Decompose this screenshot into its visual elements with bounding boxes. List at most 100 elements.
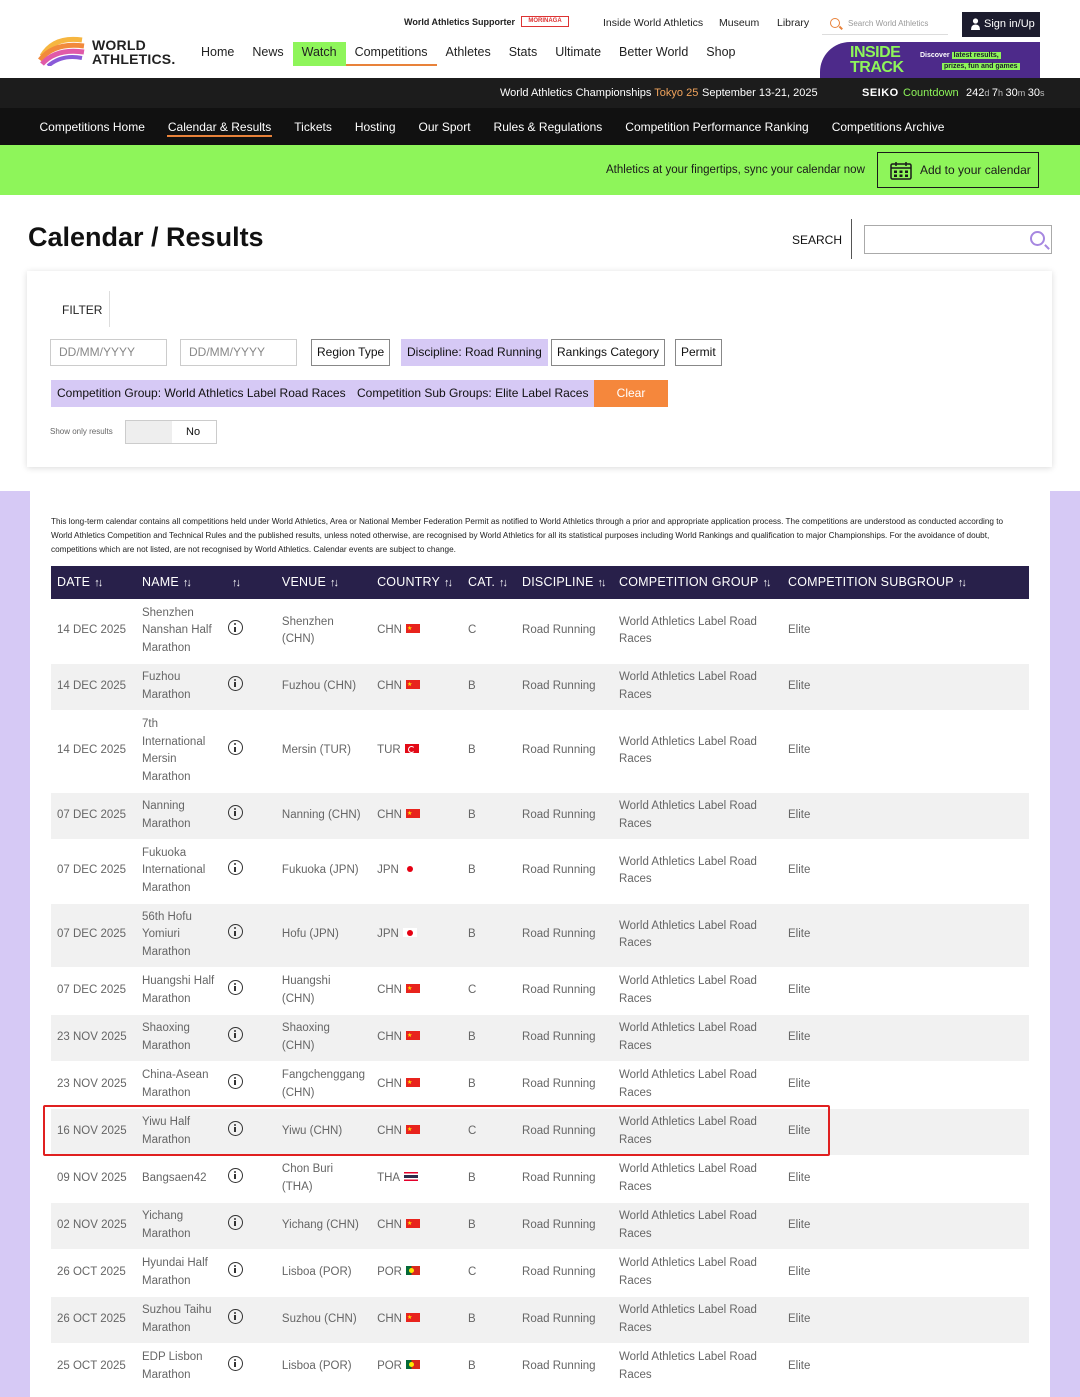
cell-name[interactable]: Suzhou Taihu Marathon <box>135 1296 222 1343</box>
cell-info[interactable] <box>221 792 276 839</box>
cell-info[interactable] <box>221 903 276 967</box>
info-icon[interactable] <box>227 804 243 820</box>
nav-stats[interactable]: Stats <box>500 42 547 66</box>
discipline-filter[interactable]: Discipline: Road Running <box>401 339 548 366</box>
nav-watch[interactable]: Watch <box>292 42 346 66</box>
cell-info[interactable] <box>222 967 276 1014</box>
table-row[interactable]: 07 DEC 2025 Nanning Marathon Nanning (CHN)… <box>51 792 1029 839</box>
info-icon[interactable] <box>227 740 243 756</box>
nav-shop[interactable]: Shop <box>697 42 744 66</box>
cell-info[interactable] <box>221 1296 276 1343</box>
cell-info[interactable] <box>222 1061 276 1108</box>
subnav-our-sport[interactable]: Our Sport <box>407 108 482 145</box>
subnav-calendar-results[interactable]: Calendar & Results <box>156 108 282 145</box>
competition-group-filter[interactable]: Competition Group: World Athletics Label… <box>51 380 352 407</box>
competition-subgroup-filter[interactable]: Competition Sub Groups: Elite Label Race… <box>351 380 595 407</box>
cell-name[interactable]: 56th Hofu Yomiuri Marathon <box>135 903 222 967</box>
table-row[interactable]: 02 NOV 2025 Yichang Marathon Yichang (CHN)… <box>51 1202 1029 1249</box>
nav-home[interactable]: Home <box>192 42 243 66</box>
subnav-tickets[interactable]: Tickets <box>283 108 344 145</box>
cell-info[interactable] <box>221 1108 276 1155</box>
cell-name[interactable]: Shenzhen Nanshan Half Marathon <box>136 599 222 663</box>
table-row[interactable]: 14 DEC 2025 Fuzhou Marathon Fuzhou (CHN) CH… <box>51 663 1029 710</box>
table-row[interactable]: 25 OCT 2025 EDP Lisbon Marathon Lisboa (PO… <box>51 1343 1029 1390</box>
subnav-rules[interactable]: Rules & Regulations <box>482 108 614 145</box>
table-row[interactable]: 07 DEC 2025 Huangshi Half Marathon Huangsh… <box>51 967 1029 1014</box>
permit-filter[interactable]: Permit <box>675 339 722 366</box>
nav-ultimate[interactable]: Ultimate <box>546 42 610 66</box>
table-row[interactable]: 16 NOV 2025 Yiwu Half Marathon Yiwu (CHN) C… <box>51 1108 1029 1155</box>
info-icon[interactable] <box>227 924 243 940</box>
countdown-event[interactable]: World Athletics Championships Tokyo 25 <box>500 87 698 99</box>
cell-info[interactable] <box>222 1249 276 1296</box>
info-icon[interactable] <box>227 860 243 876</box>
info-icon[interactable] <box>227 1214 243 1230</box>
info-icon[interactable] <box>227 1356 243 1371</box>
inside-track-banner[interactable]: INSIDE TRACK Discover latest results, pr… <box>820 42 1040 78</box>
col-competition-subgroup[interactable]: COMPETITION SUBGROUP ↑↓ <box>782 566 1029 599</box>
cell-name[interactable]: Fuzhou Marathon <box>135 663 222 710</box>
cell-name[interactable]: Bangsaen42 <box>136 1155 222 1202</box>
info-icon[interactable] <box>227 620 243 636</box>
col-venue[interactable]: VENUE ↑↓ <box>275 566 372 599</box>
cell-info[interactable] <box>222 839 276 903</box>
table-row[interactable]: 26 OCT 2025 Hyundai Half Marathon Lisboa (… <box>51 1249 1029 1296</box>
table-row[interactable]: 23 NOV 2025 China-Asean Marathon Fangcheng… <box>51 1061 1029 1108</box>
util-link-museum[interactable]: Museum <box>719 17 759 29</box>
nav-competitions[interactable]: Competitions <box>345 42 437 66</box>
cell-name[interactable]: Yiwu Half Marathon <box>135 1108 222 1155</box>
table-row[interactable]: 23 NOV 2025 Shaoxing Marathon Shaoxing (CH… <box>51 1014 1029 1061</box>
info-icon[interactable] <box>227 1120 243 1136</box>
rankings-category-filter[interactable]: Rankings Category <box>551 339 666 366</box>
info-icon[interactable] <box>227 1308 243 1324</box>
info-icon[interactable] <box>227 1026 243 1042</box>
subnav-hosting[interactable]: Hosting <box>343 108 407 145</box>
table-row[interactable]: 09 NOV 2025 Bangsaen42 Chon Buri (THA) THA B… <box>51 1155 1029 1202</box>
info-icon[interactable] <box>227 979 243 995</box>
cell-name[interactable]: Nanning Marathon <box>135 792 222 839</box>
nav-news[interactable]: News <box>243 42 292 66</box>
col-name[interactable]: NAME ↑↓ <box>135 566 222 599</box>
sign-in-button[interactable]: Sign in/Up <box>962 12 1040 37</box>
cell-name[interactable]: Shaoxing Marathon <box>135 1014 222 1061</box>
col-discipline[interactable]: DISCIPLINE ↑↓ <box>516 566 614 599</box>
table-row[interactable]: 14 DEC 2025 7th International Mersin Mara… <box>51 710 1029 792</box>
cell-info[interactable] <box>221 1014 276 1061</box>
table-row[interactable]: 26 OCT 2025 Suzhou Taihu Marathon Suzhou (… <box>51 1296 1029 1343</box>
subnav-competitions-home[interactable]: Competitions Home <box>28 108 156 145</box>
table-row[interactable]: 07 DEC 2025 56th Hofu Yomiuri Marathon Hof… <box>51 903 1029 967</box>
info-icon[interactable] <box>227 1261 243 1277</box>
cell-name[interactable]: China-Asean Marathon <box>136 1061 222 1108</box>
cell-name[interactable]: Fukuoka International Marathon <box>136 839 222 903</box>
util-link-library[interactable]: Library <box>777 17 809 29</box>
cell-info[interactable] <box>221 663 276 710</box>
col-date[interactable]: DATE ↑↓ <box>51 566 136 599</box>
cell-name[interactable]: EDP Lisbon Marathon <box>136 1343 222 1390</box>
col-country[interactable]: COUNTRY ↑↓ <box>371 566 463 599</box>
site-search-input[interactable]: Search World Athletics <box>822 13 948 35</box>
subnav-performance-ranking[interactable]: Competition Performance Ranking <box>614 108 820 145</box>
table-row[interactable]: 07 DEC 2025 Fukuoka International Maratho… <box>51 839 1029 903</box>
region-type-filter[interactable]: Region Type <box>311 339 391 366</box>
info-icon[interactable] <box>227 1167 243 1183</box>
util-link-inside[interactable]: Inside World Athletics <box>603 17 703 29</box>
cell-info[interactable] <box>222 599 276 663</box>
col-category[interactable]: CAT. ↑↓ <box>462 566 517 599</box>
morinaga-logo[interactable]: MORINAGA <box>521 16 569 27</box>
cell-info[interactable] <box>222 1155 276 1202</box>
world-athletics-logo[interactable]: WORLD ATHLETICS. <box>38 34 178 70</box>
table-row[interactable]: 14 DEC 2025 Shenzhen Nanshan Half Maratho… <box>51 599 1029 663</box>
add-to-calendar-button[interactable]: Add to your calendar <box>877 152 1039 188</box>
cell-info[interactable] <box>221 1202 276 1249</box>
cell-name[interactable]: Yichang Marathon <box>135 1202 222 1249</box>
cell-info[interactable] <box>222 1343 276 1390</box>
col-info[interactable]: ↑↓ <box>221 566 276 599</box>
col-competition-group[interactable]: COMPETITION GROUP ↑↓ <box>613 566 782 599</box>
cell-name[interactable]: Huangshi Half Marathon <box>136 967 222 1014</box>
show-only-results-toggle[interactable]: No <box>125 420 217 444</box>
cell-name[interactable]: Hyundai Half Marathon <box>136 1249 222 1296</box>
date-to-input[interactable]: DD/MM/YYYY <box>180 339 297 366</box>
search-icon[interactable] <box>1030 231 1045 246</box>
clear-filters-button[interactable]: Clear <box>594 380 668 407</box>
nav-better-world[interactable]: Better World <box>610 42 697 66</box>
